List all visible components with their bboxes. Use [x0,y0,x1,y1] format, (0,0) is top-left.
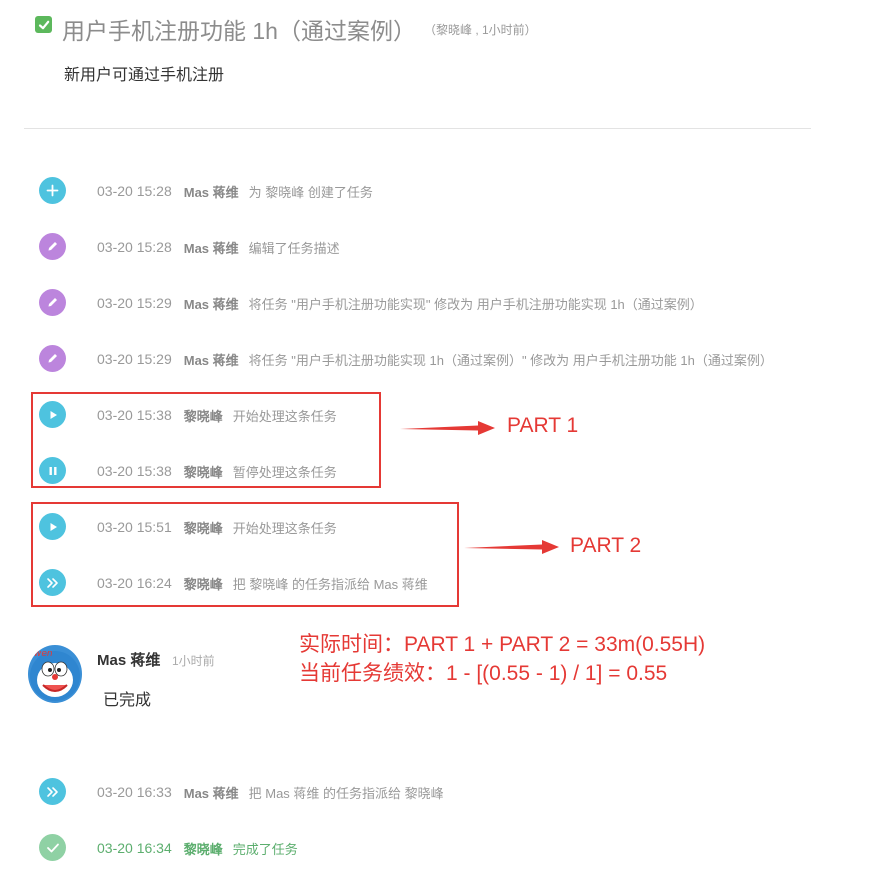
activity-time: 03-20 15:38 [97,407,172,423]
avatar-text: wen [34,649,53,659]
activity-item: 03-20 15:38 黎晓峰 开始处理这条任务 [97,405,337,425]
activity-text: 把 黎晓峰 的任务指派给 Mas 蒋维 [232,576,428,592]
play-icon [39,401,66,428]
activity-item: 03-20 15:28 Mas 蒋维 编辑了任务描述 [97,237,340,257]
divider [24,128,811,129]
avatar[interactable]: wen [28,645,82,703]
activity-time: 03-20 15:29 [97,295,172,311]
completed-checkbox-icon[interactable] [35,16,52,33]
activity-item: 03-20 16:33 Mas 蒋维 把 Mas 蒋维 的任务指派给 黎晓峰 [97,782,444,802]
plus-icon [39,177,66,204]
activity-time: 03-20 15:29 [97,351,172,367]
activity-time: 03-20 15:28 [97,239,172,255]
activity-time: 03-20 15:28 [97,183,172,199]
activity-text: 将任务 "用户手机注册功能实现" 修改为 用户手机注册功能实现 1h（通过案例） [248,296,703,312]
activity-user[interactable]: Mas 蒋维 [184,294,239,313]
annotation-note-line2: 当前任务绩效：1 - [(0.55 - 1) / 1] = 0.55 [299,662,668,685]
activity-user[interactable]: 黎晓峰 [184,406,223,425]
activity-user[interactable]: Mas 蒋维 [184,350,239,369]
part1-label: PART 1 [507,414,579,437]
part1-arrow-icon [400,421,495,435]
task-description: 新用户可通过手机注册 [64,67,225,84]
activity-item: 03-20 15:38 黎晓峰 暂停处理这条任务 [97,461,337,481]
comment-time: 1小时前 [172,654,215,668]
pause-icon [39,457,66,484]
activity-user[interactable]: 黎晓峰 [184,839,223,858]
task-title[interactable]: 用户手机注册功能 1h（通过案例） [62,12,416,46]
activity-time: 03-20 15:51 [97,519,172,535]
comment-body: 已完成 [103,692,152,709]
activity-user[interactable]: 黎晓峰 [184,462,223,481]
activity-item: 03-20 15:29 Mas 蒋维 将任务 "用户手机注册功能实现 1h（通过… [97,349,773,369]
activity-user[interactable]: Mas 蒋维 [184,238,239,257]
activity-text: 暂停处理这条任务 [232,464,337,480]
activity-time: 03-20 16:33 [97,784,172,800]
activity-text: 编辑了任务描述 [248,240,340,256]
task-meta: （黎晓峰 , 1小时前） [424,23,537,37]
activity-user[interactable]: 黎晓峰 [184,518,223,537]
activity-text: 将任务 "用户手机注册功能实现 1h（通过案例）" 修改为 用户手机注册功能 1… [248,352,773,368]
activity-time: 03-20 15:38 [97,463,172,479]
activity-user[interactable]: Mas 蒋维 [184,182,239,201]
activity-user[interactable]: 黎晓峰 [184,574,223,593]
activity-text: 为 黎晓峰 创建了任务 [248,184,373,200]
activity-text: 完成了任务 [232,841,298,857]
activity-item: 03-20 16:24 黎晓峰 把 黎晓峰 的任务指派给 Mas 蒋维 [97,573,428,593]
pencil-icon [39,289,66,316]
forward-icon [39,569,66,596]
activity-text: 开始处理这条任务 [232,520,337,536]
activity-item: 03-20 15:29 Mas 蒋维 将任务 "用户手机注册功能实现" 修改为 … [97,293,703,313]
pencil-icon [39,345,66,372]
activity-item: 03-20 15:51 黎晓峰 开始处理这条任务 [97,517,337,537]
activity-text: 把 Mas 蒋维 的任务指派给 黎晓峰 [248,785,444,801]
annotation-note-line1: 实际时间：PART 1 + PART 2 = 33m(0.55H) [299,633,706,656]
part2-label: PART 2 [570,534,642,557]
activity-user[interactable]: Mas 蒋维 [184,783,239,802]
activity-time: 03-20 16:24 [97,575,172,591]
forward-icon [39,778,66,805]
play-icon [39,513,66,540]
activity-time: 03-20 16:34 [97,840,172,856]
activity-text: 开始处理这条任务 [232,408,337,424]
activity-item: 03-20 16:34 黎晓峰 完成了任务 [97,838,298,858]
activity-item: 03-20 15:28 Mas 蒋维 为 黎晓峰 创建了任务 [97,181,373,201]
part2-arrow-icon [464,540,559,554]
comment-author[interactable]: Mas 蒋维 [97,649,160,670]
check-circle-icon [39,834,66,861]
pencil-icon [39,233,66,260]
